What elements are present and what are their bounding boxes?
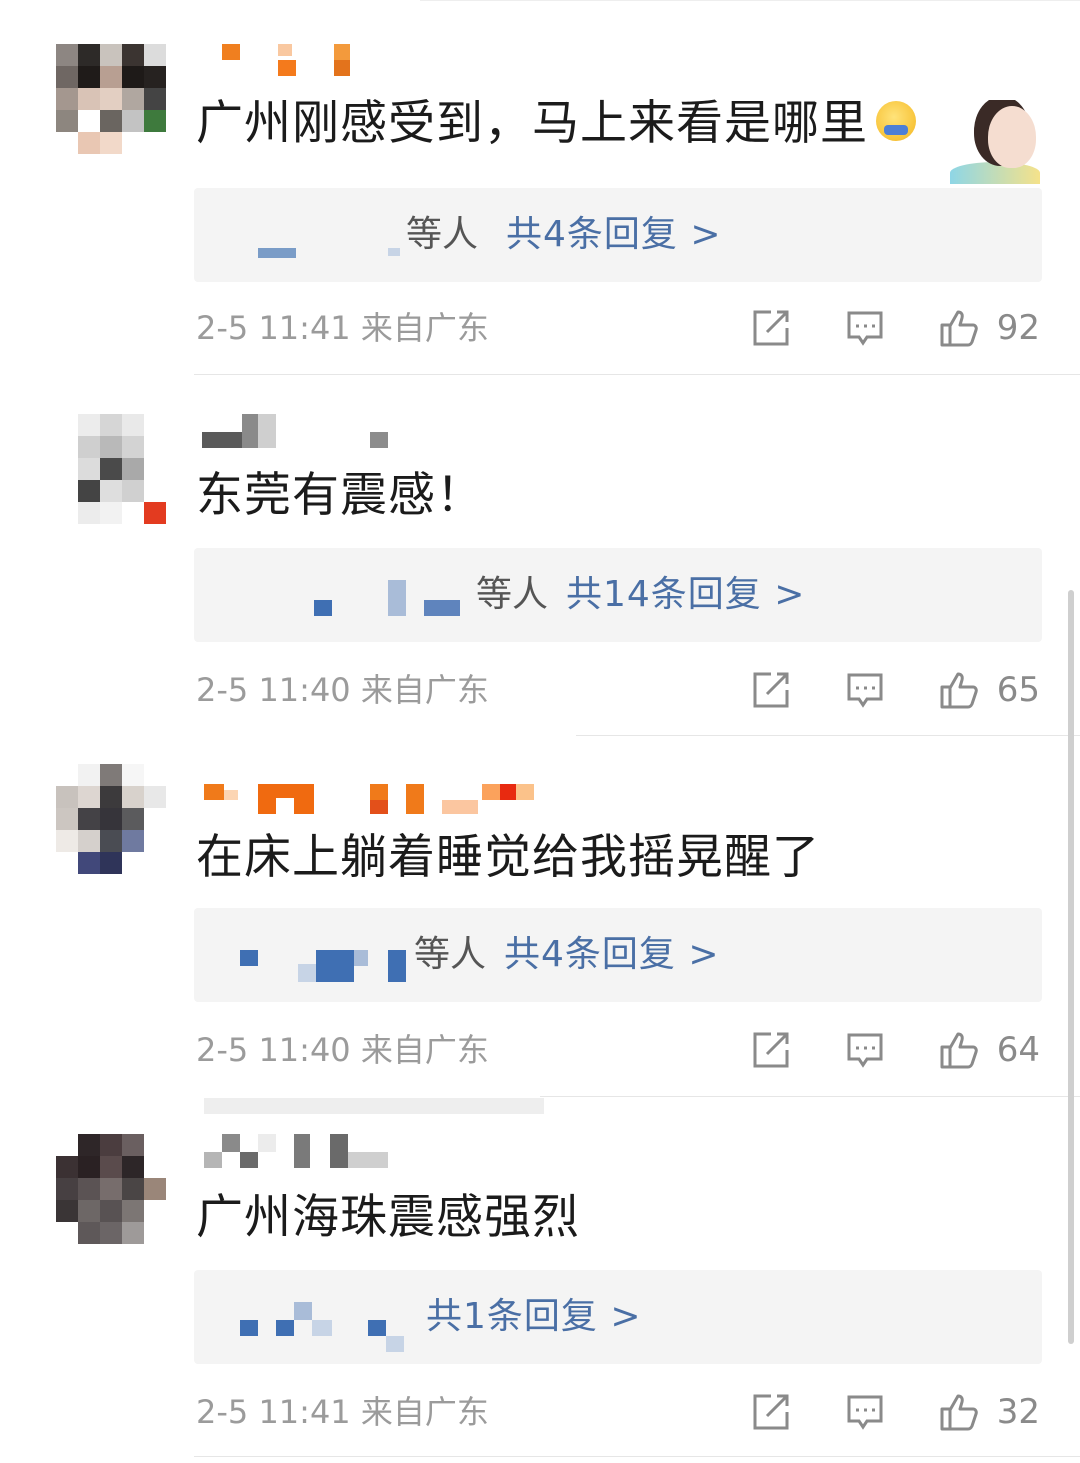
comment-text: 东莞有震感！ — [196, 468, 484, 523]
avatar[interactable] — [56, 44, 166, 154]
reply-preview[interactable]: 等人 共14条回复 > — [194, 548, 1042, 642]
comment-text: 广州刚感受到，马上来看是哪里 — [196, 94, 916, 154]
comment-divider — [576, 735, 1080, 736]
comment-text: 在床上躺着睡觉给我摇晃醒了 — [196, 830, 820, 885]
comment-time: 2-5 11:41 — [196, 309, 351, 347]
comment-actions: 32 — [697, 1390, 1040, 1434]
avatar-decoration-sticker — [940, 100, 1058, 184]
top-divider — [420, 0, 1080, 1]
comment-meta: 2-5 11:41 来自广东 — [196, 1390, 489, 1434]
share-icon[interactable] — [751, 1392, 791, 1432]
reply-usernames-redacted — [194, 1270, 414, 1364]
reply-count-link[interactable]: 共1条回复 > — [426, 1292, 642, 1342]
worried-face-emoji-icon — [876, 100, 916, 141]
like-count: 65 — [996, 670, 1040, 710]
reply-count-link[interactable]: 共4条回复 > — [506, 210, 722, 260]
comment-text: 广州海珠震感强烈 — [196, 1190, 580, 1245]
reply-usernames-redacted — [194, 188, 414, 282]
reply-preview[interactable]: 共1条回复 > — [194, 1270, 1042, 1364]
comment-meta: 2-5 11:40 来自广东 — [196, 668, 489, 712]
comment-icon[interactable] — [845, 670, 885, 710]
comment-time: 2-5 11:40 — [196, 671, 351, 709]
thumbs-up-icon[interactable] — [939, 1030, 979, 1070]
comment-meta: 2-5 11:41 来自广东 — [196, 306, 489, 350]
comment-actions: 64 — [697, 1028, 1040, 1072]
share-icon[interactable] — [751, 308, 791, 348]
comment-icon[interactable] — [845, 1030, 885, 1070]
reply-usernames-redacted — [194, 548, 474, 642]
comment-time: 2-5 11:41 — [196, 1393, 351, 1431]
comment-meta: 2-5 11:40 来自广东 — [196, 1028, 489, 1072]
like-count: 92 — [996, 308, 1040, 348]
share-icon[interactable] — [751, 1030, 791, 1070]
comment-location: 来自广东 — [360, 309, 489, 347]
username-redacted[interactable] — [200, 414, 560, 448]
like-count: 64 — [996, 1030, 1040, 1070]
comment-actions: 65 — [697, 668, 1040, 712]
comment-divider — [194, 374, 1080, 375]
username-redacted[interactable] — [200, 782, 560, 816]
avatar[interactable] — [56, 1134, 166, 1244]
comment-location: 来自广东 — [360, 1393, 489, 1431]
comment-divider — [540, 1096, 1080, 1097]
reply-preview[interactable]: 等人 共4条回复 > — [194, 908, 1042, 1002]
scrollbar[interactable] — [1068, 590, 1074, 1344]
username-redacted[interactable] — [200, 44, 560, 78]
comment-location: 来自广东 — [360, 1031, 489, 1069]
like-count: 32 — [996, 1392, 1040, 1432]
reply-count-link[interactable]: 共4条回复 > — [504, 930, 720, 980]
reply-users-suffix: 等人 — [406, 214, 479, 255]
comment-time: 2-5 11:40 — [196, 1031, 351, 1069]
comment-icon[interactable] — [845, 1392, 885, 1432]
username-redacted[interactable] — [200, 1134, 560, 1168]
reply-users-suffix: 等人 — [414, 934, 487, 975]
share-icon[interactable] — [751, 670, 791, 710]
comment-location: 来自广东 — [360, 671, 489, 709]
reply-preview[interactable]: 等人 共4条回复 > — [194, 188, 1042, 282]
thumbs-up-icon[interactable] — [939, 670, 979, 710]
comment-actions: 92 — [697, 306, 1040, 350]
avatar[interactable] — [56, 414, 166, 524]
comment-icon[interactable] — [845, 308, 885, 348]
reply-usernames-redacted — [194, 908, 424, 1002]
avatar[interactable] — [56, 764, 166, 874]
comment-divider — [194, 1456, 1080, 1457]
reply-users-suffix: 等人 — [476, 574, 549, 615]
scroll-shadow — [204, 1098, 544, 1114]
reply-count-link[interactable]: 共14条回复 > — [566, 570, 805, 620]
thumbs-up-icon[interactable] — [939, 308, 979, 348]
thumbs-up-icon[interactable] — [939, 1392, 979, 1432]
